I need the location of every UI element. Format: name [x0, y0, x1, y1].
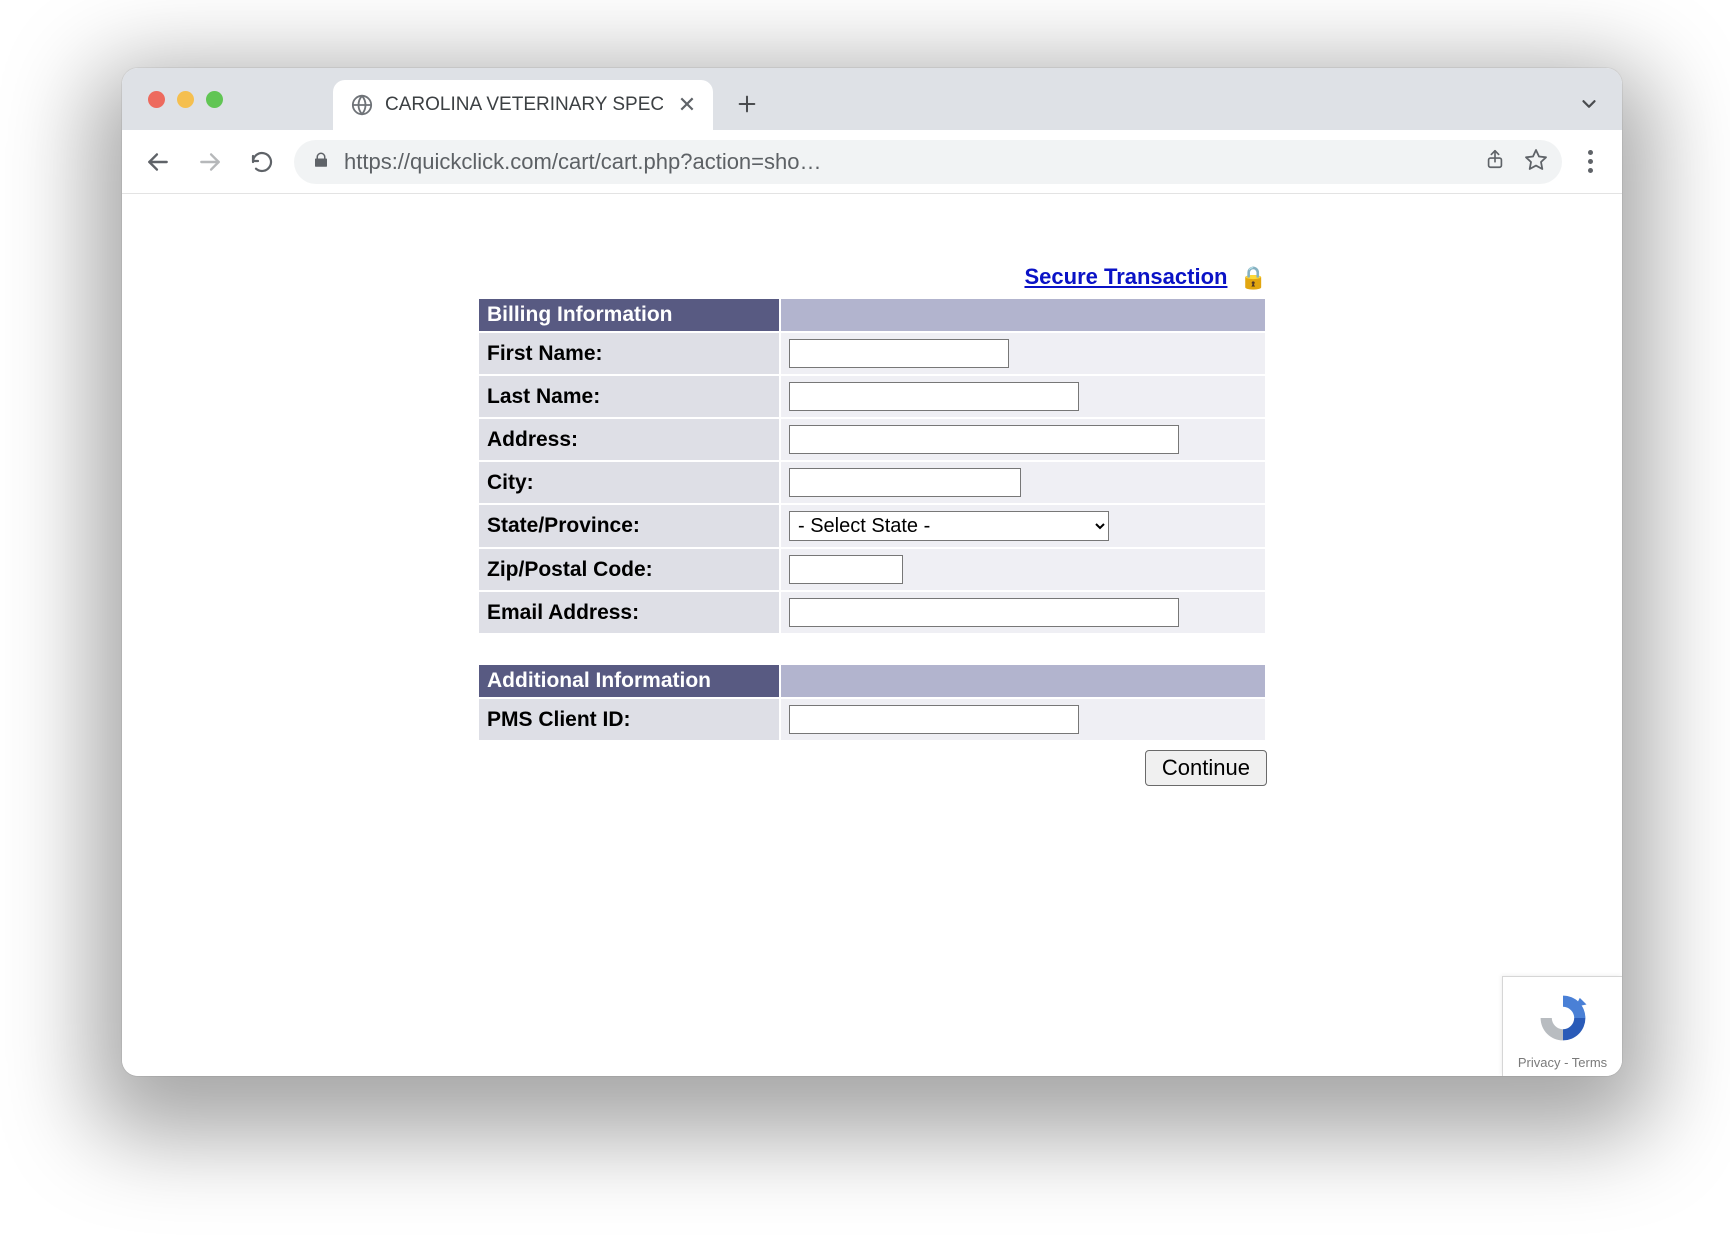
- page-content: Secure Transaction 🔒 Billing Information…: [122, 194, 1622, 1076]
- additional-header: Additional Information: [479, 665, 779, 697]
- tab-close-button[interactable]: ✕: [675, 93, 699, 117]
- back-button[interactable]: [138, 142, 178, 182]
- secure-transaction-link[interactable]: Secure Transaction: [1024, 264, 1227, 289]
- additional-header-blank: [781, 665, 1265, 697]
- pms-label: PMS Client ID:: [479, 699, 779, 740]
- state-label: State/Province:: [479, 505, 779, 547]
- secure-transaction-row: Secure Transaction 🔒: [477, 264, 1267, 291]
- state-select[interactable]: - Select State -: [789, 511, 1109, 541]
- last-name-input[interactable]: [789, 382, 1079, 411]
- address-input[interactable]: [789, 425, 1179, 454]
- city-input[interactable]: [789, 468, 1021, 497]
- zip-label: Zip/Postal Code:: [479, 549, 779, 590]
- browser-window: CAROLINA VETERINARY SPECI ✕: [122, 68, 1622, 1076]
- email-label: Email Address:: [479, 592, 779, 633]
- city-label: City:: [479, 462, 779, 503]
- browser-toolbar: https://quickclick.com/cart/cart.php?act…: [122, 130, 1622, 194]
- bookmark-star-icon[interactable]: [1524, 147, 1548, 177]
- window-fullscreen-button[interactable]: [206, 91, 223, 108]
- new-tab-button[interactable]: [727, 84, 767, 124]
- billing-form-table: Billing Information First Name: Last Nam…: [477, 297, 1267, 742]
- window-close-button[interactable]: [148, 91, 165, 108]
- reload-button[interactable]: [242, 142, 282, 182]
- continue-button[interactable]: Continue: [1145, 750, 1267, 786]
- tab-strip: CAROLINA VETERINARY SPECI ✕: [122, 68, 1622, 130]
- forward-button[interactable]: [190, 142, 230, 182]
- recaptcha-terms-link[interactable]: Terms: [1572, 1055, 1607, 1070]
- tab-title: CAROLINA VETERINARY SPECI: [385, 94, 663, 116]
- billing-header-blank: [781, 299, 1265, 331]
- window-minimize-button[interactable]: [177, 91, 194, 108]
- padlock-icon: 🔒: [1240, 265, 1267, 290]
- recaptcha-privacy-link[interactable]: Privacy: [1518, 1055, 1561, 1070]
- first-name-label: First Name:: [479, 333, 779, 374]
- browser-tab[interactable]: CAROLINA VETERINARY SPECI ✕: [333, 80, 713, 130]
- last-name-label: Last Name:: [479, 376, 779, 417]
- lock-icon: [312, 149, 330, 175]
- recaptcha-icon: [1535, 990, 1591, 1051]
- billing-header: Billing Information: [479, 299, 779, 331]
- pms-client-id-input[interactable]: [789, 705, 1079, 734]
- tabs-dropdown-button[interactable]: [1578, 93, 1600, 122]
- share-icon[interactable]: [1484, 148, 1506, 176]
- first-name-input[interactable]: [789, 339, 1009, 368]
- recaptcha-links: Privacy - Terms: [1518, 1055, 1607, 1070]
- address-bar[interactable]: https://quickclick.com/cart/cart.php?act…: [294, 140, 1562, 184]
- zip-input[interactable]: [789, 555, 903, 584]
- email-input[interactable]: [789, 598, 1179, 627]
- globe-icon: [351, 94, 373, 116]
- address-label: Address:: [479, 419, 779, 460]
- recaptcha-badge: Privacy - Terms: [1502, 976, 1622, 1076]
- address-bar-url: https://quickclick.com/cart/cart.php?act…: [344, 149, 1470, 175]
- browser-menu-button[interactable]: [1574, 142, 1606, 182]
- window-controls: [148, 68, 223, 130]
